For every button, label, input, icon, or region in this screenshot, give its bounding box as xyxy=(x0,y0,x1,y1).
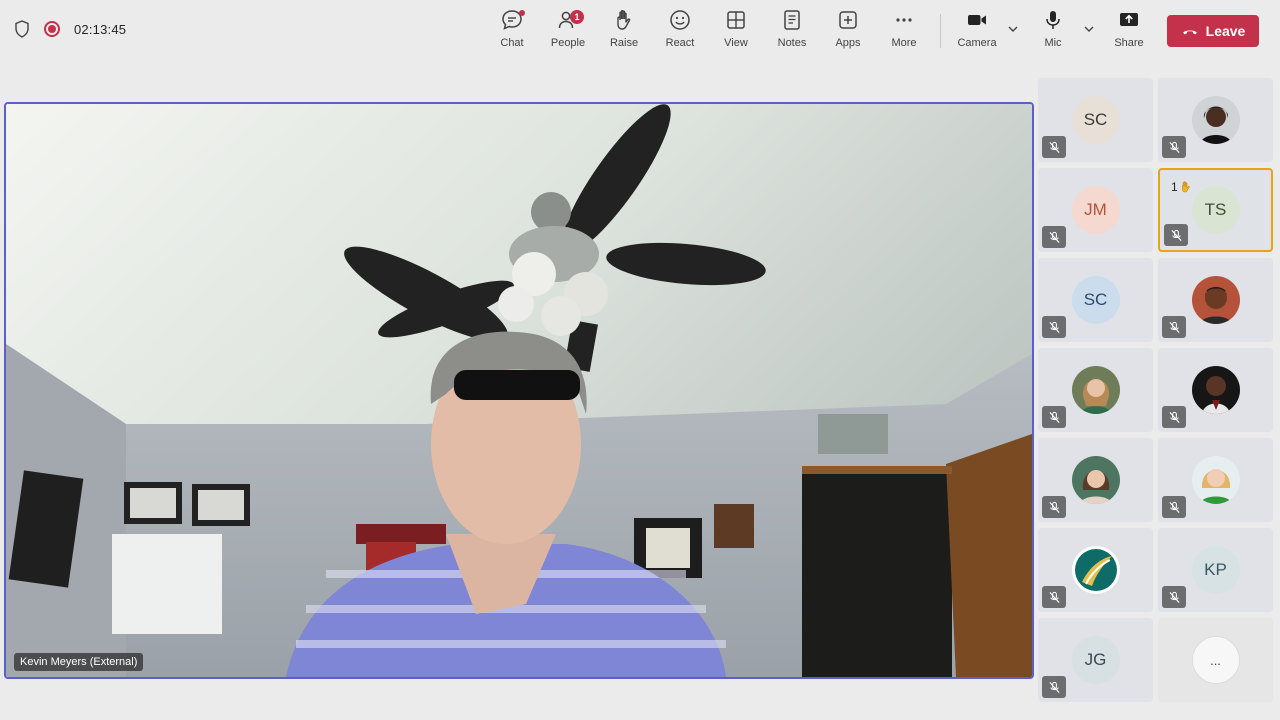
speaker-name-tag: Kevin Meyers (External) xyxy=(14,653,144,671)
hang-up-icon xyxy=(1182,30,1197,35)
leave-label: Leave xyxy=(1205,23,1246,39)
participant-tile-hand-raised[interactable]: 1 TS xyxy=(1158,168,1273,252)
participant-avatar: SC xyxy=(1071,276,1120,324)
active-speaker-video[interactable]: Kevin Meyers (External) xyxy=(4,102,1034,679)
participant-tile[interactable]: SC xyxy=(1038,258,1153,342)
camera-button[interactable]: Camera xyxy=(949,8,1005,56)
mic-options-chevron-icon[interactable] xyxy=(1082,22,1096,36)
raised-hand-indicator: 1 xyxy=(1171,180,1193,194)
apps-label: Apps xyxy=(835,37,861,49)
view-label: View xyxy=(724,37,748,49)
raise-label: Raise xyxy=(609,37,639,49)
notes-label: Notes xyxy=(777,37,807,49)
people-button[interactable]: 1 People xyxy=(540,8,596,56)
camera-options-chevron-icon[interactable] xyxy=(1006,22,1020,36)
chat-label: Chat xyxy=(500,37,524,49)
person-photo-man-icon xyxy=(1191,366,1240,414)
toolbar-divider xyxy=(940,14,941,48)
smiley-icon xyxy=(670,10,690,30)
muted-mic-icon xyxy=(1042,586,1066,608)
muted-mic-icon xyxy=(1042,406,1066,428)
participant-tile[interactable] xyxy=(1158,348,1273,432)
react-button[interactable]: React xyxy=(652,8,708,56)
participant-avatar: JG xyxy=(1071,636,1120,684)
participant-tile[interactable] xyxy=(1038,348,1153,432)
share-screen-icon xyxy=(1120,13,1138,26)
muted-mic-icon xyxy=(1162,316,1186,338)
more-participants-button[interactable]: ... xyxy=(1191,636,1240,684)
person-photo-blonde-icon xyxy=(1071,366,1120,414)
grid-view-icon xyxy=(727,11,745,29)
participant-tile[interactable]: JM xyxy=(1038,168,1153,252)
meeting-timer: 02:13:45 xyxy=(74,21,127,37)
muted-mic-icon xyxy=(1042,676,1066,698)
participant-avatar: KP xyxy=(1191,546,1240,594)
camera-label: Camera xyxy=(957,37,997,49)
person-photo-child-icon xyxy=(1191,276,1240,324)
participant-avatar: TS xyxy=(1191,186,1240,234)
participant-tile[interactable] xyxy=(1158,438,1273,522)
ellipsis-icon xyxy=(896,18,912,22)
mic-button[interactable]: Mic xyxy=(1025,8,1081,56)
participant-avatar: JM xyxy=(1071,186,1120,234)
chat-button[interactable]: Chat xyxy=(484,8,540,56)
raised-hand-count: 1 xyxy=(1171,180,1178,194)
video-frame xyxy=(6,104,1032,677)
chat-unread-dot xyxy=(519,10,525,16)
muted-mic-icon xyxy=(1162,586,1186,608)
share-button[interactable]: Share xyxy=(1101,8,1157,56)
teams-meeting-window: 02:13:45 Chat 1 People Raise React View … xyxy=(0,0,1280,720)
participant-tile[interactable]: JG xyxy=(1038,618,1153,702)
shield-icon xyxy=(15,20,29,38)
muted-mic-icon xyxy=(1162,496,1186,518)
muted-mic-icon xyxy=(1042,496,1066,518)
mic-label: Mic xyxy=(1044,37,1062,49)
muted-mic-icon xyxy=(1042,316,1066,338)
recording-icon xyxy=(44,21,60,37)
muted-mic-icon xyxy=(1042,136,1066,158)
person-photo-brunette-icon xyxy=(1071,456,1120,504)
leave-button[interactable]: Leave xyxy=(1167,15,1259,47)
notes-button[interactable]: Notes xyxy=(764,8,820,56)
hand-icon xyxy=(617,10,631,30)
raised-hand-icon xyxy=(1181,181,1190,193)
muted-mic-icon xyxy=(1162,136,1186,158)
people-label: People xyxy=(550,37,586,49)
view-button[interactable]: View xyxy=(708,8,764,56)
more-label: More xyxy=(891,37,917,49)
participant-tile[interactable] xyxy=(1038,528,1153,612)
participant-avatar: SC xyxy=(1071,96,1120,144)
people-badge: 1 xyxy=(570,10,584,24)
meeting-toolbar: 02:13:45 Chat 1 People Raise React View … xyxy=(0,0,1280,62)
raise-hand-button[interactable]: Raise xyxy=(596,8,652,56)
participant-tile[interactable]: SC xyxy=(1038,78,1153,162)
apps-plus-icon xyxy=(839,11,857,29)
participant-tile[interactable] xyxy=(1158,78,1273,162)
muted-mic-icon xyxy=(1164,224,1188,246)
muted-mic-icon xyxy=(1042,226,1066,248)
participant-tile[interactable] xyxy=(1158,258,1273,342)
more-button[interactable]: More xyxy=(876,8,932,56)
logo-avatar-icon xyxy=(1071,546,1120,594)
more-participants-tile[interactable]: ... xyxy=(1158,618,1273,702)
microphone-icon xyxy=(1046,11,1060,29)
meeting-status: 02:13:45 xyxy=(14,20,126,38)
camera-icon xyxy=(968,15,986,25)
react-label: React xyxy=(665,37,695,49)
notes-icon xyxy=(784,10,800,30)
muted-mic-icon xyxy=(1162,406,1186,428)
share-label: Share xyxy=(1114,37,1144,49)
person-photo-dark-hair-icon xyxy=(1191,96,1240,144)
person-photo-blonde-green-icon xyxy=(1191,456,1240,504)
participant-tile[interactable] xyxy=(1038,438,1153,522)
participant-tile[interactable]: KP xyxy=(1158,528,1273,612)
apps-button[interactable]: Apps xyxy=(820,8,876,56)
